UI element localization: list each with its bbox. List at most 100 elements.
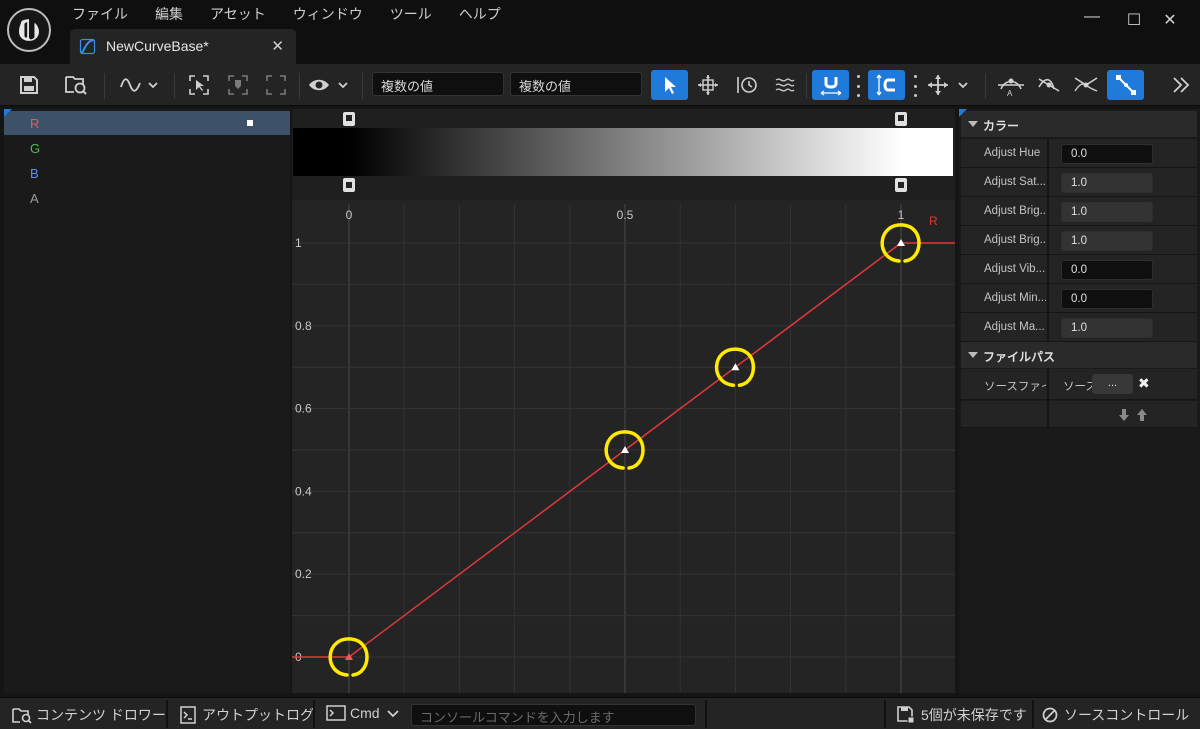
axis-snap-dropdown[interactable]: [927, 70, 973, 100]
source-file-value: ソース: [1063, 381, 1093, 393]
minimize-icon[interactable]: —: [1082, 8, 1102, 26]
curve-asset-icon: [79, 38, 96, 55]
gradient-stop-handle[interactable]: [343, 112, 355, 126]
frame-vertical-button[interactable]: [264, 70, 288, 100]
property-label: Adjust Brig...: [984, 234, 1046, 246]
curve-graph-canvas[interactable]: 0 0.5 110.80.60.40.20R: [292, 109, 955, 693]
content-drawer-button[interactable]: コンテンツ ドロワー: [12, 705, 166, 725]
gradient-preview[interactable]: [349, 128, 901, 176]
gradient-post: [901, 128, 953, 176]
close-window-icon[interactable]: ✕: [1160, 10, 1180, 30]
break-tangent-button[interactable]: [1070, 70, 1102, 100]
menu-item-4[interactable]: ツール: [390, 4, 432, 24]
output-log-button[interactable]: アウトプットログ: [180, 705, 314, 725]
auto-tangent-button[interactable]: A: [994, 70, 1028, 100]
property-value-input[interactable]: 0.0: [1061, 289, 1153, 309]
property-value-input[interactable]: 0.0: [1061, 260, 1153, 280]
filepath-section-title: ファイルパス: [983, 350, 1056, 364]
channel-a-label: A: [30, 191, 39, 206]
channel-a-row[interactable]: A: [4, 186, 290, 210]
collapse-arrow-icon: [968, 121, 978, 127]
source-control-label: ソースコントロール: [1064, 707, 1190, 723]
y-tick-label: 0.4: [295, 484, 312, 498]
menu-item-1[interactable]: 編集: [155, 4, 183, 24]
frame-selection-button[interactable]: [187, 70, 211, 100]
frame-horizontal-icon: [228, 75, 248, 95]
channel-list-panel: R G B A: [4, 109, 290, 693]
curve-view-dropdown[interactable]: [118, 70, 162, 100]
property-row: Adjust Sat... 1.0: [961, 168, 1197, 197]
snap-value-button[interactable]: [812, 70, 849, 100]
menu-item-5[interactable]: ヘルプ: [459, 4, 501, 24]
menu-item-0[interactable]: ファイル: [72, 4, 128, 24]
output-log-label: アウトプットログ: [202, 707, 314, 723]
property-value-input[interactable]: 0.0: [1061, 144, 1153, 164]
panel-focus-marker: [4, 109, 12, 117]
property-row: Adjust Brig... 1.0: [961, 197, 1197, 226]
property-value-input[interactable]: 1.0: [1061, 202, 1153, 222]
gradient-stop-handle[interactable]: [895, 178, 907, 192]
menu-item-3[interactable]: ウィンドウ: [293, 4, 363, 24]
channel-b-row[interactable]: B: [4, 161, 290, 185]
cursor-arrow-icon: [664, 77, 676, 94]
key-value-field[interactable]: 複数の値: [510, 72, 642, 96]
y-tick-label: 1: [295, 236, 302, 250]
save-button[interactable]: [15, 70, 43, 100]
tangent-auto-icon: A: [998, 78, 1024, 97]
menu-item-2[interactable]: アセット: [210, 4, 266, 24]
collapse-arrow-icon: [968, 352, 978, 358]
tangent-user-icon: [1038, 78, 1060, 92]
gradient-stop-handle[interactable]: [895, 112, 907, 126]
curve-r-label: R: [929, 214, 938, 228]
property-row: Adjust Hue 0.0: [961, 139, 1197, 168]
linear-tangent-button[interactable]: [1107, 70, 1144, 100]
tab-close-icon[interactable]: ✕: [271, 37, 284, 55]
snap-time-button[interactable]: [868, 70, 905, 100]
magnet-vertical-icon: [875, 74, 895, 96]
gradient-stop-handle[interactable]: [343, 178, 355, 192]
channel-g-row[interactable]: G: [4, 136, 290, 160]
clear-file-icon[interactable]: ✖: [1138, 375, 1150, 392]
asset-tab[interactable]: NewCurveBase* ✕: [70, 29, 296, 64]
channel-r-label: R: [30, 116, 40, 131]
toolbar: 複数の値 複数の値 A: [0, 64, 1200, 106]
curve-graph[interactable]: 0 0.5 1 1 0.8 0.6 0.4 0.2 0 R: [292, 109, 955, 693]
unsaved-assets-button[interactable]: 5個が未保存です: [897, 705, 1027, 725]
color-section-header[interactable]: カラー: [961, 111, 1197, 137]
retime-tool-button[interactable]: [734, 70, 760, 100]
time-value-field[interactable]: 複数の値: [372, 72, 504, 96]
property-value-input[interactable]: 1.0: [1061, 318, 1153, 338]
toolbar-overflow-button[interactable]: [1168, 70, 1194, 100]
details-panel: カラー Adjust Hue 0.0 Adjust Sat... 1.0 Adjust …: [959, 109, 1200, 693]
user-tangent-button[interactable]: [1034, 70, 1064, 100]
property-value-input[interactable]: 1.0: [1061, 231, 1153, 251]
frame-vertical-icon: [266, 75, 286, 95]
content-drawer-label: コンテンツ ドロワー: [36, 707, 166, 723]
content-drawer-icon: [12, 708, 32, 724]
color-section-title: カラー: [983, 119, 1020, 133]
transform-tool-button[interactable]: [694, 70, 722, 100]
source-control-disabled-icon: [1042, 707, 1058, 723]
move-down-icon[interactable]: [1117, 408, 1131, 422]
y-tick-label: 0.6: [295, 402, 312, 416]
tangent-linear-icon: [1115, 75, 1136, 95]
multi-scale-button[interactable]: [772, 70, 798, 100]
unreal-logo[interactable]: [7, 8, 51, 52]
console-command-input[interactable]: コンソールコマンドを入力します: [411, 704, 696, 726]
cmd-dropdown[interactable]: Cmd: [326, 705, 400, 721]
view-options-dropdown[interactable]: [307, 70, 353, 100]
frame-selection-icon: [189, 75, 209, 95]
source-control-button[interactable]: ソースコントロール: [1042, 705, 1189, 725]
move-up-icon[interactable]: [1135, 408, 1149, 422]
terminal-icon: [326, 705, 346, 721]
frame-horizontal-button[interactable]: [226, 70, 250, 100]
browse-button[interactable]: [60, 70, 92, 100]
filepath-section-header[interactable]: ファイルパス: [961, 342, 1197, 368]
maximize-icon[interactable]: ☐: [1124, 10, 1144, 30]
title-bar: ファイル 編集 アセット ウィンドウ ツール ヘルプ NewCurveBase* ✕ — …: [0, 0, 1200, 64]
select-tool-button[interactable]: [651, 70, 688, 100]
property-value-input[interactable]: 1.0: [1061, 173, 1153, 193]
channel-r-row[interactable]: R: [4, 111, 290, 135]
browse-file-button[interactable]: ...: [1092, 374, 1133, 394]
chevron-double-right-icon: [1173, 77, 1190, 93]
